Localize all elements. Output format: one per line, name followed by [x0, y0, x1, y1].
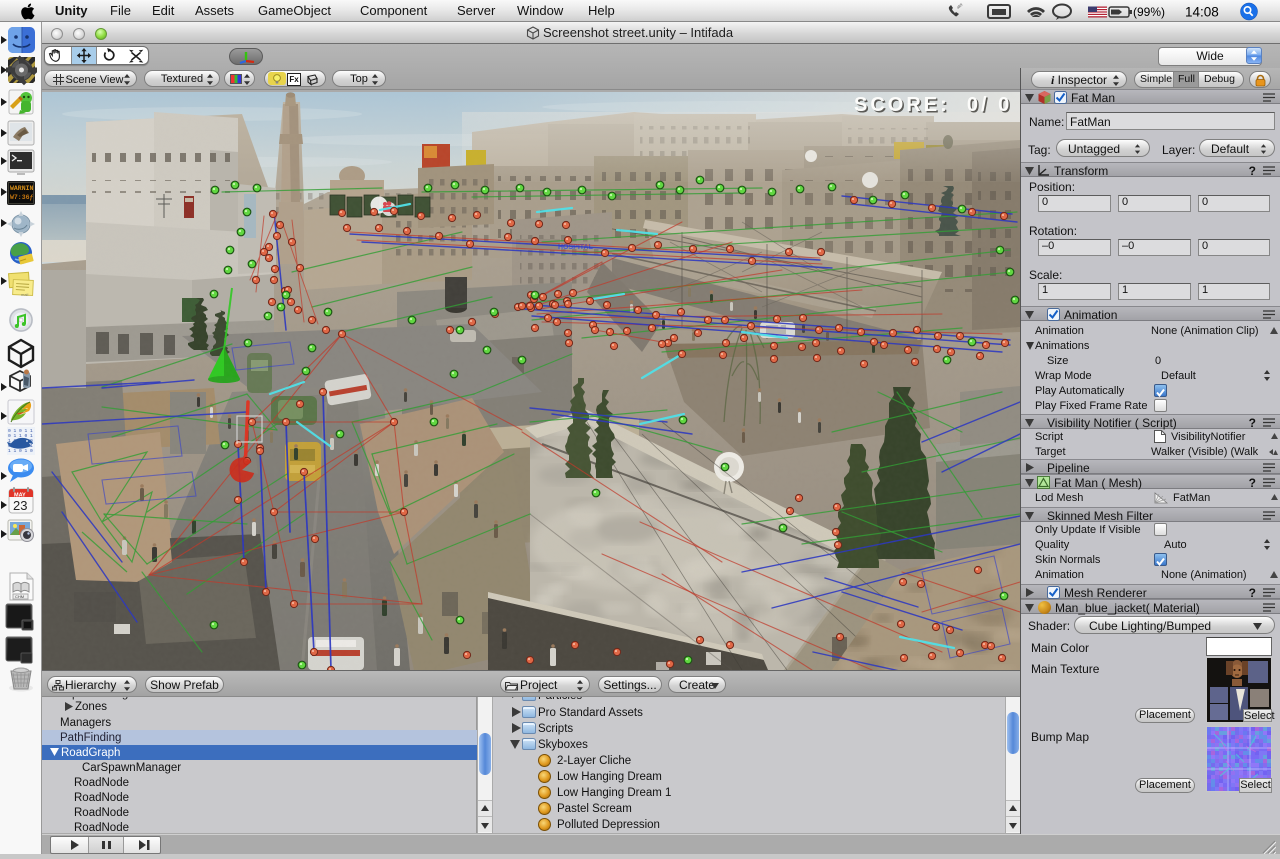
svg-text:1 1 0 1 0: 1 1 0 1 0 — [8, 448, 33, 454]
svg-text:14:08: 14:08 — [1185, 5, 1219, 20]
svg-text:WARNIN: WARNIN — [10, 185, 34, 192]
svg-text:SCORE: 0/ 0: SCORE: 0/ 0 — [854, 94, 1012, 116]
svg-text:(99%): (99%) — [1133, 5, 1165, 19]
svg-text:23: 23 — [13, 498, 27, 513]
svg-text:W7:36ƒ: W7:36ƒ — [10, 194, 34, 201]
svg-text:CHM: CHM — [15, 594, 24, 599]
svg-text:alel: alel — [955, 2, 963, 10]
svg-text:mail: mail — [21, 292, 28, 297]
